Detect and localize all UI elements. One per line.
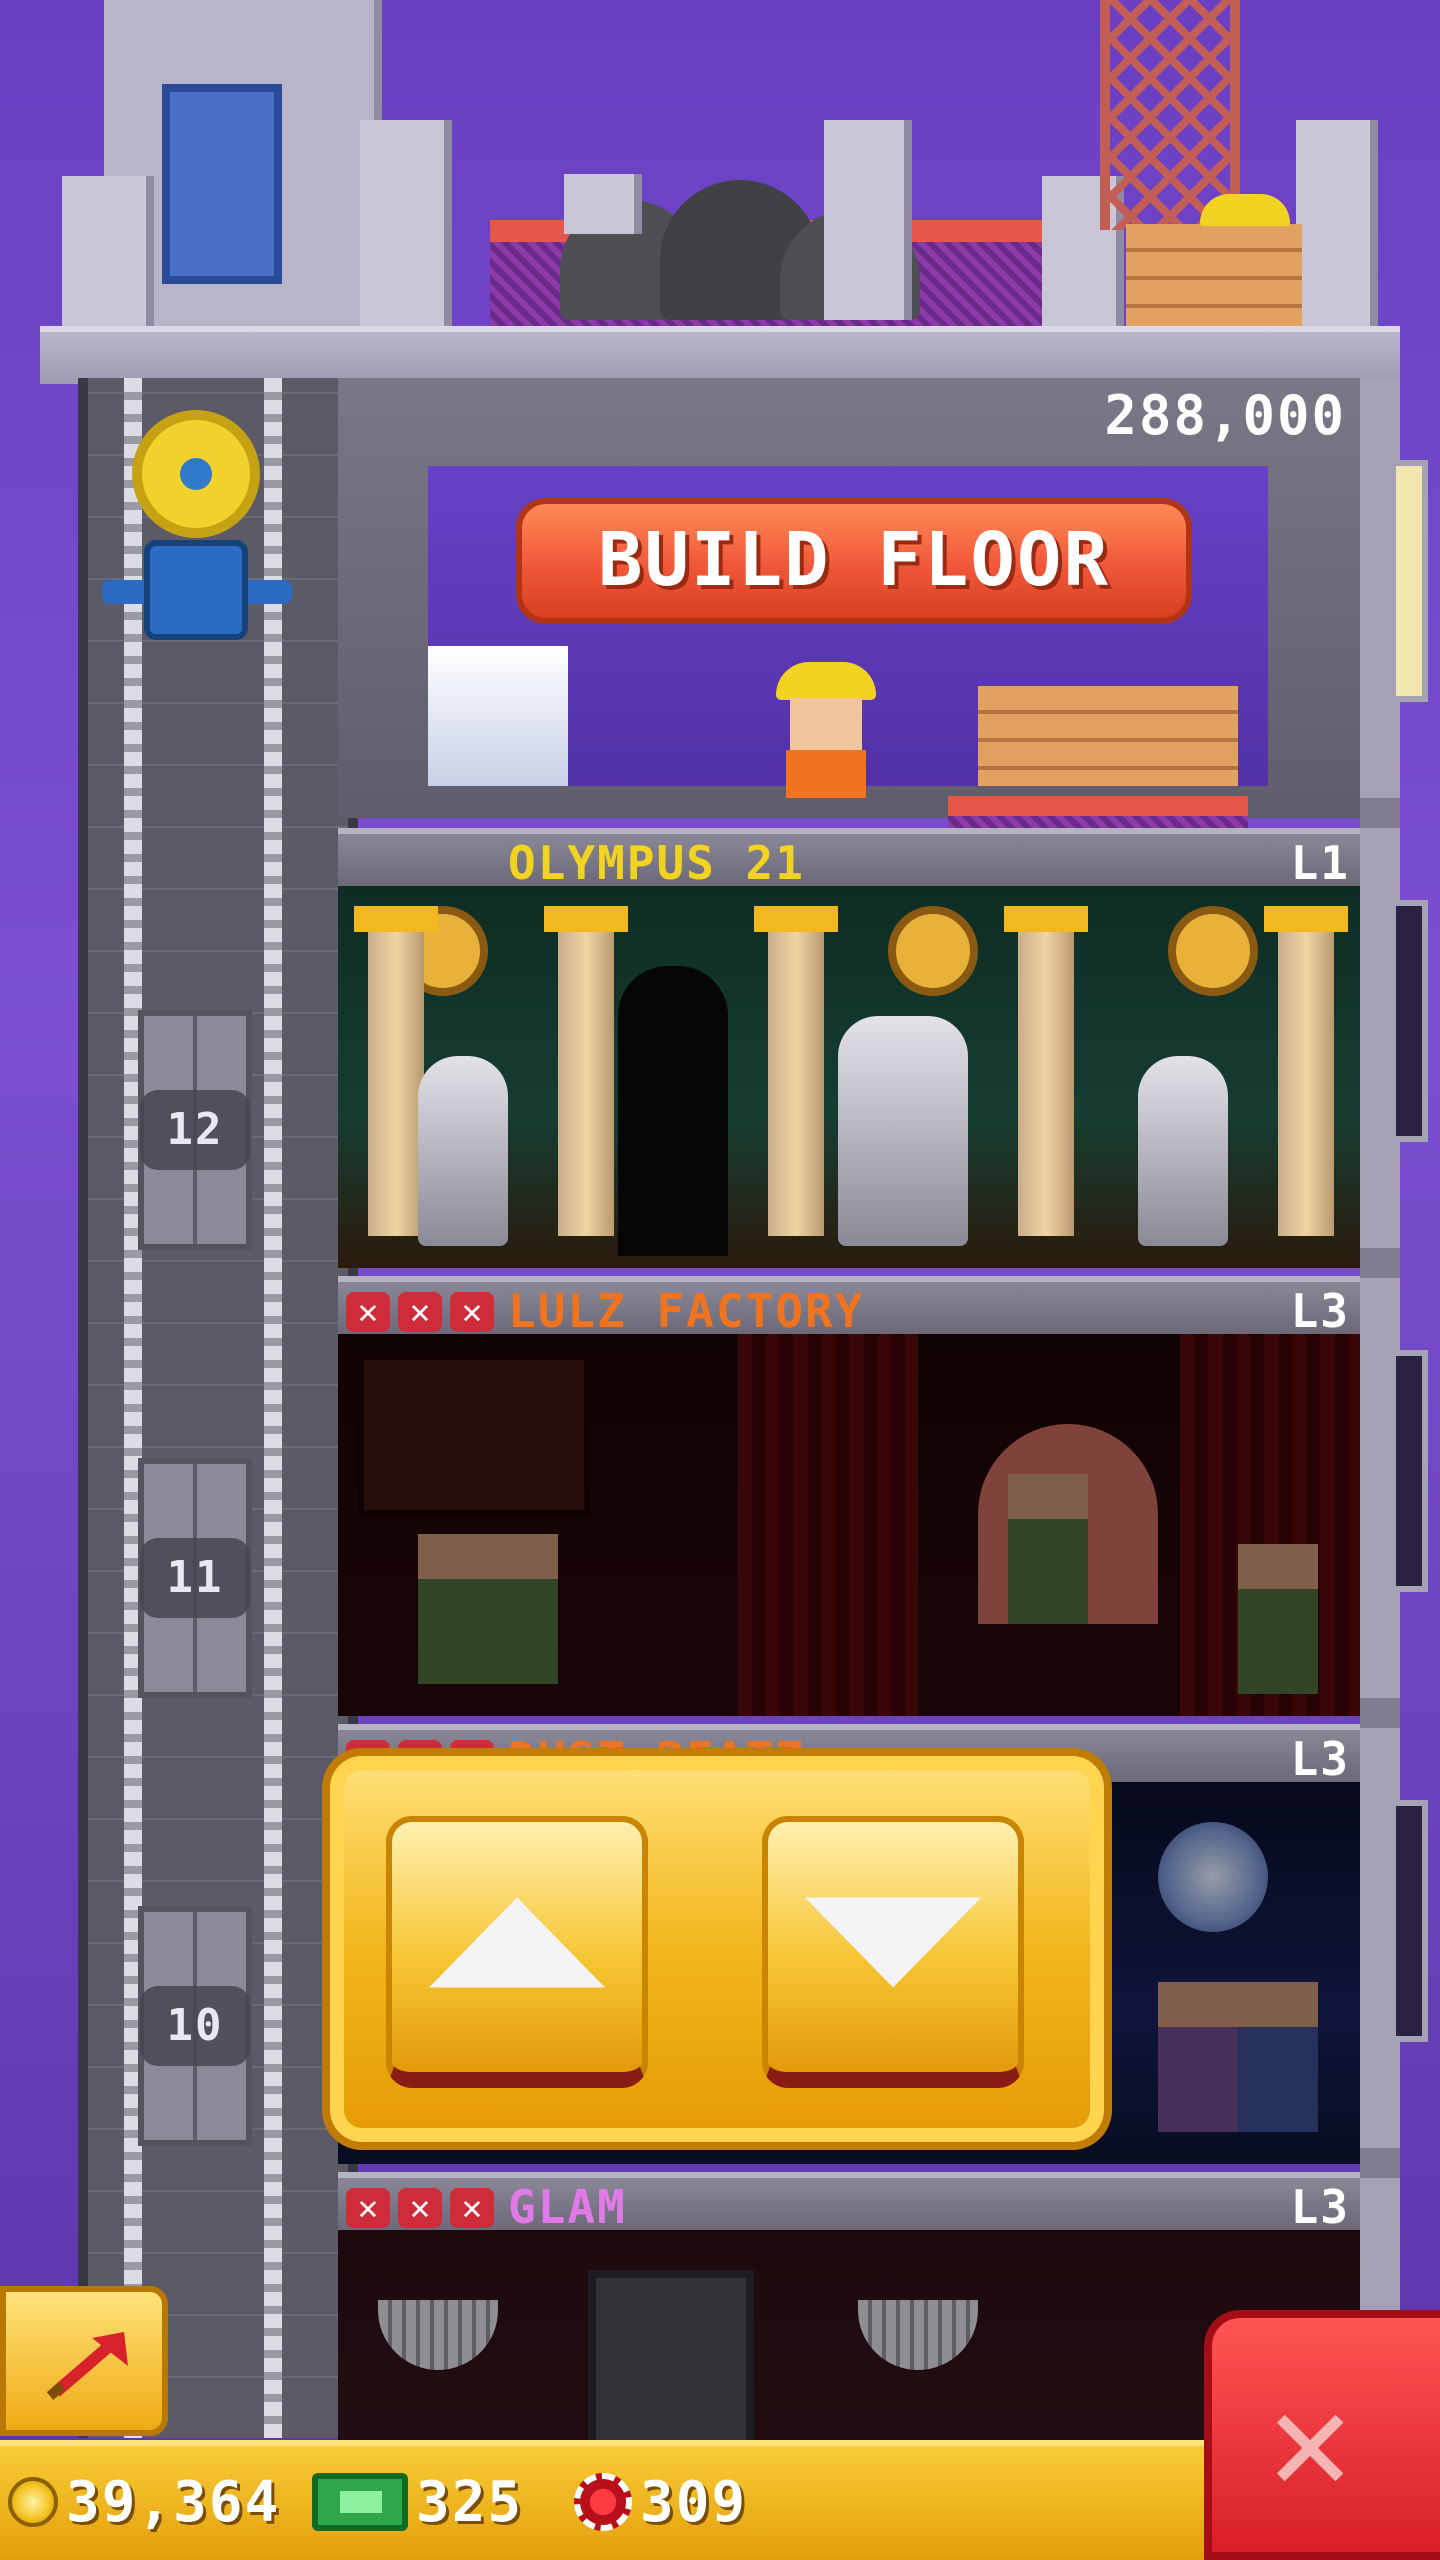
greek-column	[754, 906, 838, 1236]
worker-face	[790, 698, 862, 750]
roof-door	[162, 84, 282, 284]
elevator-down-button[interactable]	[762, 1816, 1024, 2088]
lumber-crate	[1108, 686, 1238, 786]
lumber-crate	[978, 686, 1108, 786]
roof-pillar	[1296, 120, 1378, 330]
launch-arrow-icon	[46, 2332, 128, 2400]
side-window	[1390, 1350, 1428, 1592]
locked-overlay	[338, 1334, 1360, 1716]
floor-room[interactable]	[338, 886, 1360, 1268]
unmet-requirements: ✕ ✕ ✕	[346, 2188, 494, 2228]
worker-shirt	[786, 750, 866, 798]
floor-number-12: 12	[140, 1090, 250, 1170]
roof-crate	[1126, 224, 1302, 330]
side-window	[1390, 1800, 1428, 2042]
coin-amount: 39,364	[66, 2469, 281, 2535]
floor-header: OLYMPUS 21 L1	[338, 828, 1360, 890]
floor-header: ✕ ✕ ✕ GLAM L3	[338, 2172, 1360, 2234]
hardhat-icon	[776, 662, 876, 700]
side-window	[1390, 900, 1428, 1142]
launch-button[interactable]	[0, 2286, 168, 2436]
roof-pillar	[62, 176, 154, 330]
greek-column	[1264, 906, 1348, 1236]
x-mark-icon: ✕	[346, 2188, 390, 2228]
room-doorway	[618, 966, 728, 1256]
elevator-car[interactable]	[96, 410, 296, 690]
floor-name: OLYMPUS 21	[508, 836, 805, 890]
greek-column	[354, 906, 438, 1236]
statue	[1138, 1056, 1228, 1246]
ticket-amount: 309	[640, 2469, 748, 2535]
greek-column	[1004, 906, 1088, 1236]
floor-level: L3	[1290, 2180, 1350, 2234]
x-mark-icon: ✕	[398, 1292, 442, 1332]
floor-name: GLAM	[508, 2180, 627, 2234]
close-icon: ✕	[1268, 2360, 1353, 2523]
bux-icon	[312, 2473, 408, 2531]
build-floor-slot[interactable]: 288,000 BUILD FLOOR	[338, 378, 1360, 896]
construction-worker[interactable]	[776, 662, 876, 798]
statue	[418, 1056, 508, 1246]
greek-column	[544, 906, 628, 1236]
unmet-requirements: ✕ ✕ ✕	[346, 1292, 494, 1332]
roof-pillar	[564, 174, 642, 234]
floor-number-10: 10	[140, 1986, 250, 2066]
floor-level: L1	[1290, 836, 1350, 890]
bux-balance[interactable]: 325	[312, 2462, 523, 2542]
roof-pillar	[360, 120, 452, 330]
hardhat-icon	[1200, 194, 1290, 226]
elevator-wheel-icon	[132, 410, 260, 538]
chip-icon	[574, 2473, 632, 2531]
elevator-control-panel	[322, 1748, 1112, 2150]
ticket-balance[interactable]: 309	[574, 2462, 747, 2542]
x-mark-icon: ✕	[450, 1292, 494, 1332]
x-mark-icon: ✕	[346, 1292, 390, 1332]
floor-number-11: 11	[140, 1538, 250, 1618]
floor-room[interactable]	[338, 1334, 1360, 1716]
side-window	[1390, 460, 1428, 702]
x-mark-icon: ✕	[450, 2188, 494, 2228]
floor-level: L3	[1290, 1284, 1350, 1338]
elevator-up-button[interactable]	[386, 1816, 648, 2088]
build-floor-price: 288,000	[1104, 384, 1346, 447]
coin-balance[interactable]: 39,364	[8, 2462, 280, 2542]
floor-name: LULZ FACTORY	[508, 1284, 865, 1338]
build-floor-button[interactable]: BUILD FLOOR	[516, 498, 1192, 624]
elevator-body	[144, 540, 248, 640]
down-arrow-icon	[805, 1897, 981, 1988]
paper-stack	[428, 646, 568, 786]
floor-header: ✕ ✕ ✕ LULZ FACTORY L3	[338, 1276, 1360, 1338]
x-mark-icon: ✕	[398, 2188, 442, 2228]
coin-icon	[8, 2477, 58, 2527]
roof-pillar	[824, 120, 912, 320]
roof-ledge	[40, 326, 1400, 384]
throne-statue	[838, 1016, 968, 1246]
chip-ornament-icon	[1168, 906, 1258, 996]
bux-amount: 325	[416, 2469, 524, 2535]
up-arrow-icon	[429, 1897, 605, 1988]
close-button[interactable]: ✕	[1204, 2310, 1440, 2560]
floor-level: L3	[1290, 1732, 1350, 1786]
tower-roof	[40, 0, 1400, 342]
chip-ornament-icon	[888, 906, 978, 996]
